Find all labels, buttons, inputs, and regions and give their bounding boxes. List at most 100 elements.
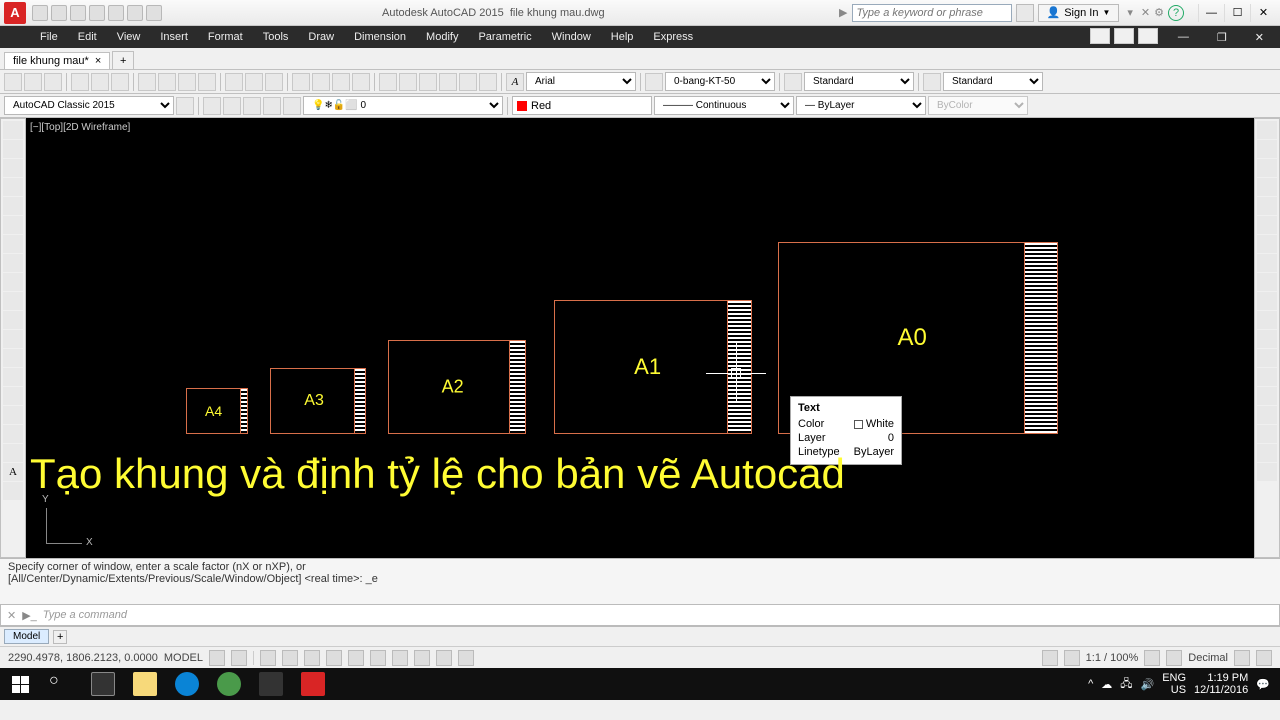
document-tab-active[interactable]: file khung mau* × (4, 52, 110, 69)
zoomwin-icon[interactable] (332, 73, 350, 91)
drawing-canvas[interactable]: [−][Top][2D Wireframe] A4 A3 A2 A1 A0 Te… (26, 118, 1254, 558)
pline-icon[interactable] (3, 140, 23, 158)
color-select[interactable]: Red (512, 96, 652, 115)
mirror-icon[interactable] (1257, 159, 1277, 177)
stretch-icon[interactable] (1257, 273, 1277, 291)
new-drawing-icon[interactable] (4, 73, 22, 91)
viewport-grid-icon[interactable] (1138, 28, 1158, 44)
copy2-icon[interactable] (1257, 140, 1277, 158)
blend-icon[interactable] (1257, 406, 1277, 424)
ellipse-icon[interactable] (3, 292, 23, 310)
menu-file[interactable]: File (30, 28, 68, 46)
break-icon[interactable] (1257, 330, 1277, 348)
3dosnap-icon[interactable] (348, 650, 364, 666)
fillet-icon[interactable] (1257, 387, 1277, 405)
explode-icon[interactable] (1257, 425, 1277, 443)
extend-icon[interactable] (1257, 311, 1277, 329)
new-tab-button[interactable]: + (112, 51, 134, 69)
app-logo[interactable]: A (4, 2, 26, 24)
clock[interactable]: 1:19 PM12/11/2016 (1194, 672, 1248, 696)
menu-view[interactable]: View (107, 28, 151, 46)
menu-format[interactable]: Format (198, 28, 253, 46)
app-icon[interactable]: ⚙ (1154, 6, 1164, 19)
sheet-icon[interactable] (439, 73, 457, 91)
osnap-icon[interactable] (326, 650, 342, 666)
rectangle-icon[interactable] (3, 197, 23, 215)
workspace-select[interactable]: AutoCAD Classic 2015 (4, 96, 174, 115)
array-icon[interactable] (1257, 197, 1277, 215)
text-style-icon[interactable]: A (506, 73, 524, 91)
markup-icon[interactable] (459, 73, 477, 91)
pan-icon[interactable] (292, 73, 310, 91)
minimize-button[interactable]: — (1198, 4, 1224, 22)
lineweight-select[interactable]: — ByLayer (796, 96, 926, 115)
search-taskbar-icon[interactable]: ○ (40, 668, 82, 700)
menu-tools[interactable]: Tools (253, 28, 299, 46)
chamfer-icon[interactable] (1257, 368, 1277, 386)
language-indicator[interactable]: ENGUS (1162, 672, 1186, 696)
insert-icon[interactable] (3, 330, 23, 348)
circle-icon[interactable] (3, 235, 23, 253)
designcenter-icon[interactable] (399, 73, 417, 91)
frame-a1[interactable]: A1 (554, 300, 752, 434)
volume-icon[interactable]: 🔊 (1141, 678, 1155, 691)
tray-chevron-icon[interactable]: ^ (1088, 678, 1093, 690)
autocad-taskbar-icon[interactable] (292, 668, 334, 700)
doc-close-icon[interactable]: ✕ (1245, 28, 1274, 47)
redo-icon[interactable] (146, 5, 162, 21)
customize-icon[interactable] (1256, 650, 1272, 666)
arc-icon[interactable] (3, 216, 23, 234)
frame-a4[interactable]: A4 (186, 388, 248, 434)
region-icon[interactable] (3, 425, 23, 443)
edge-icon[interactable] (166, 668, 208, 700)
layer-select[interactable]: 0-bang-KT-50 (665, 72, 775, 91)
navbar-icon[interactable] (1257, 463, 1277, 481)
explorer-icon[interactable] (124, 668, 166, 700)
layer-icon[interactable] (645, 73, 663, 91)
app1-icon[interactable] (208, 668, 250, 700)
ortho-icon[interactable] (260, 650, 276, 666)
doc-minimize-icon[interactable]: — (1168, 28, 1199, 47)
open-icon[interactable] (51, 5, 67, 21)
calc-icon[interactable] (479, 73, 497, 91)
layerfreeze-icon[interactable] (263, 97, 281, 115)
copy-icon[interactable] (158, 73, 176, 91)
open-drawing-icon[interactable] (24, 73, 42, 91)
zoomprev-icon[interactable] (352, 73, 370, 91)
annotation-icon[interactable] (1064, 650, 1080, 666)
layeriso-icon[interactable] (243, 97, 261, 115)
annotation-scale[interactable]: 1:1 / 100% (1086, 652, 1139, 664)
point-icon[interactable] (3, 368, 23, 386)
maximize-button[interactable]: ☐ (1224, 4, 1250, 22)
search-icon[interactable] (1016, 4, 1034, 22)
menu-modify[interactable]: Modify (416, 28, 468, 46)
notification-icon[interactable]: 💬 (1256, 678, 1270, 691)
rotate-icon[interactable] (1257, 235, 1277, 253)
addselected-icon[interactable] (3, 482, 23, 500)
layer0-select[interactable]: 💡❄🔓⬜ 0 (303, 96, 503, 115)
layerstate-icon[interactable] (223, 97, 241, 115)
menu-insert[interactable]: Insert (150, 28, 198, 46)
save-icon[interactable] (70, 5, 86, 21)
layerprop-icon[interactable] (203, 97, 221, 115)
sign-in-button[interactable]: 👤Sign In▼ (1038, 4, 1120, 22)
doc-restore-icon[interactable]: ❐ (1207, 28, 1237, 47)
qprops-icon[interactable] (1042, 650, 1058, 666)
model-tab[interactable]: Model (4, 629, 49, 644)
menu-help[interactable]: Help (601, 28, 644, 46)
frame-a2[interactable]: A2 (388, 340, 526, 434)
publish-icon[interactable] (111, 73, 129, 91)
offset-icon[interactable] (1257, 178, 1277, 196)
annomonitor-icon[interactable] (1166, 650, 1182, 666)
transparency-icon[interactable] (414, 650, 430, 666)
menu-window[interactable]: Window (542, 28, 601, 46)
dimstyle-icon[interactable] (784, 73, 802, 91)
viewport-split-icon[interactable] (1114, 28, 1134, 44)
onedrive-icon[interactable]: ☁ (1101, 678, 1112, 691)
modelspace-indicator[interactable]: MODEL (164, 652, 203, 664)
saveas-icon[interactable] (89, 5, 105, 21)
table-icon[interactable] (3, 444, 23, 462)
matchprop-icon[interactable] (198, 73, 216, 91)
makeblock-icon[interactable] (3, 349, 23, 367)
cycle-icon[interactable] (436, 650, 452, 666)
